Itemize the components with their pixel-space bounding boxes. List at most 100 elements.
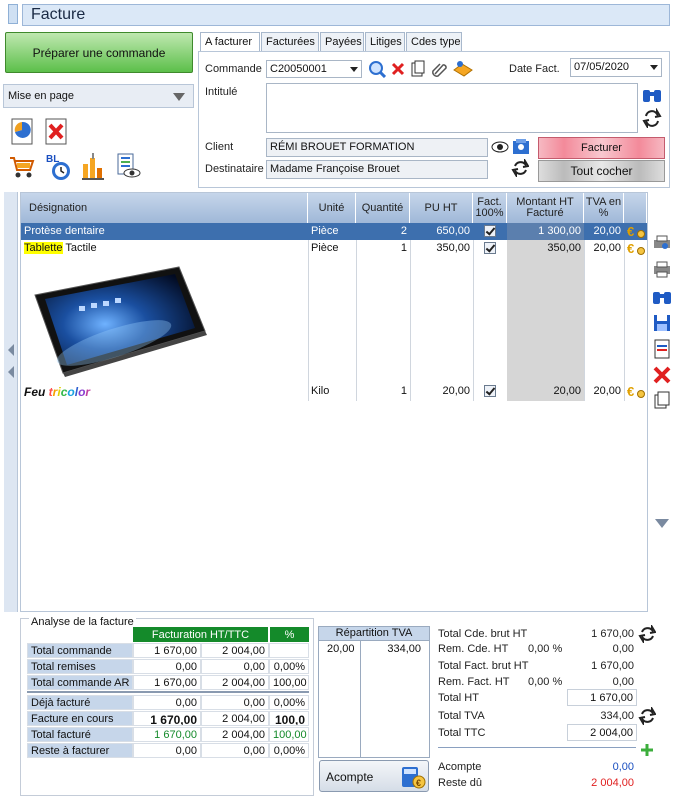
col-pu-ht[interactable]: PU HT <box>410 193 473 223</box>
fact-checkbox[interactable] <box>484 225 496 237</box>
svg-text:€: € <box>627 384 634 399</box>
analyse-row-label: Total commande <box>27 643 133 658</box>
acompte-value: 0,00 <box>612 761 634 773</box>
analyse-pct-value: 0,00% <box>269 659 309 674</box>
layout-dropdown[interactable]: Mise en page <box>3 84 194 108</box>
analyse-ttc-value: 0,00 <box>201 695 269 710</box>
prepare-order-button[interactable]: Préparer une commande <box>5 32 193 73</box>
chevron-down-icon <box>650 65 658 70</box>
binoculars-icon[interactable] <box>651 288 673 308</box>
tab-litiges[interactable]: Litiges <box>365 32 405 52</box>
col-tva[interactable]: TVA en % <box>584 193 624 223</box>
date-select[interactable]: 07/05/2020 <box>570 58 662 77</box>
cell-pu: 350,00 <box>436 242 470 254</box>
client-card-icon[interactable] <box>511 137 531 157</box>
table-row[interactable]: Tablette Tactile Pièce 1 350,00 350,00 2… <box>21 240 647 257</box>
duplicate-icon[interactable] <box>652 390 672 410</box>
printer-search-icon[interactable] <box>652 234 672 252</box>
cell-tva: 20,00 <box>593 385 621 397</box>
payment-icon[interactable] <box>452 60 474 78</box>
total-tva: 334,00 <box>600 710 634 722</box>
cart-icon[interactable] <box>8 154 36 180</box>
analyse-row: Total commande 1 670,00 2 004,00 <box>27 643 309 659</box>
destinataire-field[interactable]: Madame Françoise Brouet <box>266 160 488 179</box>
attachment-icon[interactable] <box>430 60 448 78</box>
euro-coins-icon[interactable]: € <box>627 224 645 239</box>
designation-part: Feu <box>24 385 49 399</box>
commande-select[interactable]: C20050001 <box>266 60 362 78</box>
save-icon[interactable] <box>652 313 672 333</box>
client-field[interactable]: RÉMI BROUET FORMATION <box>266 138 488 157</box>
view-eye-icon[interactable] <box>491 140 509 154</box>
close-icon[interactable] <box>390 61 406 77</box>
acompte-button[interactable]: Acompte € <box>319 760 429 792</box>
delete-icon[interactable] <box>652 366 672 384</box>
tab-a-facturer[interactable]: A facturer <box>200 32 260 53</box>
tab-cdes-type[interactable]: Cdes type <box>406 32 462 52</box>
analyse-row: Total remises 0,00 0,00 0,00% <box>27 659 309 675</box>
refresh-icon[interactable] <box>641 108 663 128</box>
facturer-button[interactable]: Facturer <box>538 137 665 159</box>
collapse-arrows-icon[interactable] <box>6 342 16 382</box>
reste-du-value: 2 004,00 <box>591 777 634 789</box>
search-order-icon[interactable] <box>368 60 386 78</box>
cell-designation: Tablette Tactile <box>21 240 308 257</box>
table-row[interactable]: Feu tricolor Kilo 1 20,00 20,00 20,00 € <box>21 383 647 400</box>
total-cde-brut-label: Total Cde. brut HT <box>438 628 528 640</box>
designation-text: Tactile <box>62 242 97 254</box>
cell-montant: 1 300,00 <box>507 223 584 240</box>
layout-dropdown-label: Mise en page <box>8 90 75 102</box>
euro-coins-icon[interactable]: € <box>627 241 645 256</box>
copy-icon[interactable] <box>410 60 426 78</box>
analyse-ht-value: 0,00 <box>133 743 201 758</box>
fact-checkbox[interactable] <box>484 242 496 254</box>
delivery-clock-icon[interactable]: BL <box>44 152 74 182</box>
chevron-down-icon <box>350 67 358 72</box>
euro-coins-icon[interactable]: € <box>627 384 645 399</box>
rem-fact-label: Rem. Fact. HT <box>438 676 510 688</box>
tout-cocher-button[interactable]: Tout cocher <box>538 160 665 182</box>
rem-fact: 0,00 <box>612 676 634 688</box>
col-quantite[interactable]: Quantité <box>356 193 410 223</box>
totals-divider <box>438 747 636 748</box>
reste-du-label: Reste dû <box>438 777 483 789</box>
col-fact-100[interactable]: Fact. 100% <box>473 193 507 223</box>
date-value: 07/05/2020 <box>574 61 630 73</box>
factory-chart-icon[interactable] <box>80 150 108 182</box>
analyse-ht-value: 0,00 <box>133 695 201 710</box>
col-unite[interactable]: Unité <box>308 193 356 223</box>
invoice-lines-grid: Désignation Unité Quantité PU HT Fact. 1… <box>20 192 648 612</box>
analyse-pct-value <box>269 643 309 658</box>
col-divider <box>360 641 361 757</box>
cell-unite: Pièce <box>311 242 339 254</box>
binoculars-icon[interactable] <box>641 86 663 106</box>
tab-facturees[interactable]: Facturées <box>261 32 319 52</box>
side-collapse-bar[interactable] <box>4 192 18 612</box>
refresh-icon[interactable] <box>638 625 656 643</box>
cell-unite: Kilo <box>311 385 330 397</box>
col-montant-ht[interactable]: Montant HT Facturé <box>507 193 584 223</box>
refresh-icon[interactable] <box>638 707 656 725</box>
total-tva-label: Total TVA <box>438 710 485 722</box>
cell-pu: 20,00 <box>442 385 470 397</box>
analyse-ht-value: 1 670,00 <box>133 643 201 658</box>
refresh-icon[interactable] <box>511 159 529 177</box>
delete-document-icon[interactable] <box>44 118 70 146</box>
tab-payees[interactable]: Payées <box>320 32 364 52</box>
document-preview-icon[interactable] <box>114 152 142 180</box>
analyse-row: Total commande AR 1 670,00 2 004,00 100,00 <box>27 675 309 691</box>
intitule-textarea[interactable] <box>266 83 638 133</box>
table-row[interactable]: Protèse dentaire Pièce 2 650,00 1 300,00… <box>21 223 647 240</box>
scroll-down-icon[interactable] <box>654 517 670 529</box>
analyse-pct-value: 100,00 <box>269 675 309 690</box>
analyse-row: Déjà facturé 0,00 0,00 0,00% <box>27 695 309 711</box>
pie-chart-document-icon[interactable] <box>10 118 36 146</box>
analyse-ttc-value: 0,00 <box>201 743 269 758</box>
add-icon[interactable] <box>640 743 654 757</box>
edit-document-icon[interactable] <box>652 339 672 359</box>
right-toolbar <box>648 192 674 612</box>
fact-checkbox[interactable] <box>484 385 496 397</box>
col-designation[interactable]: Désignation <box>21 193 308 223</box>
designation-part: r <box>85 385 91 399</box>
printer-icon[interactable] <box>652 260 672 278</box>
